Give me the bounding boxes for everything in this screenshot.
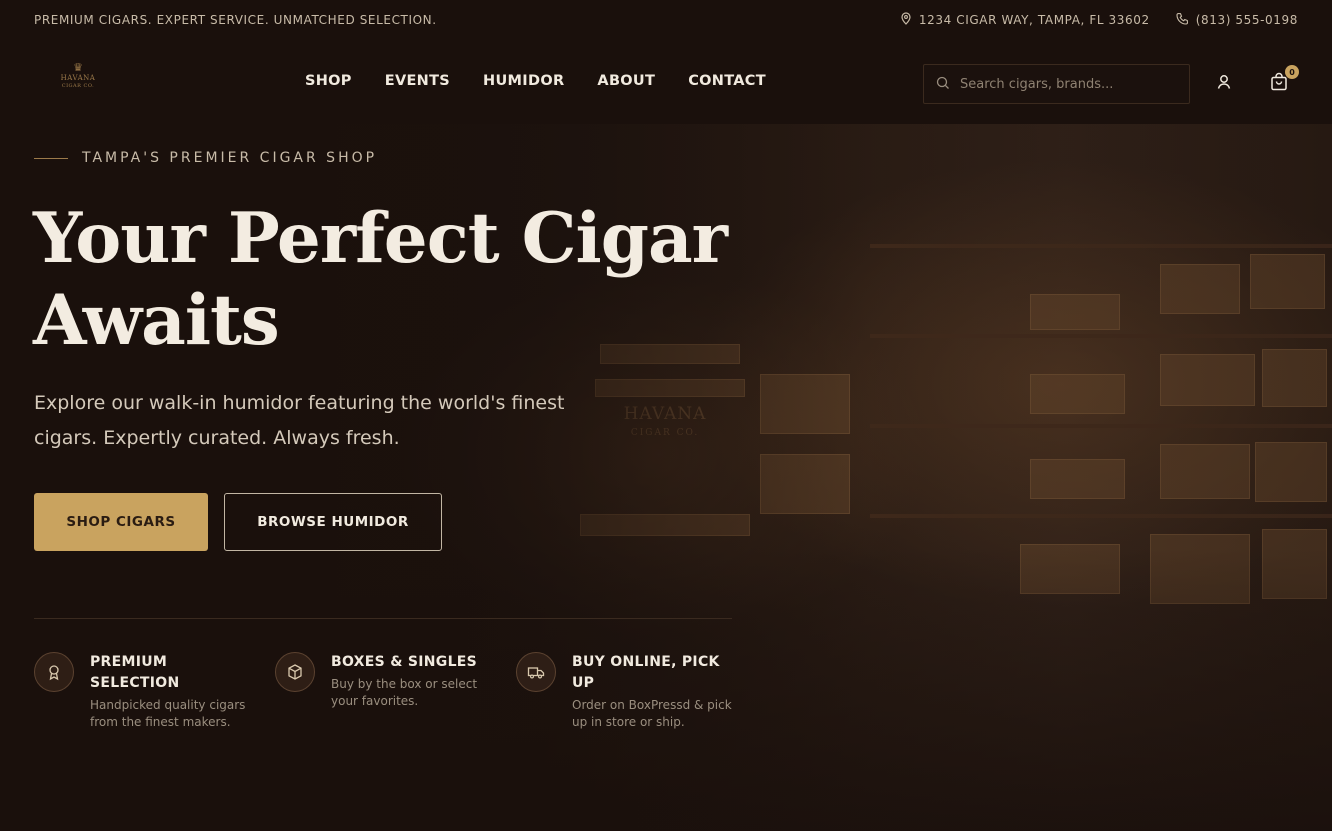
tagline: PREMIUM CIGARS. EXPERT SERVICE. UNMATCHE… [34,13,437,27]
hero-divider [34,618,732,619]
browse-humidor-button[interactable]: BROWSE HUMIDOR [224,493,442,551]
logo-name: HAVANA [60,74,96,82]
site-logo[interactable]: ♛ HAVANA CIGAR CO. [48,62,108,100]
eyebrow-text: TAMPA'S PREMIER CIGAR SHOP [82,150,378,166]
feature-description: Buy by the box or select your favorites. [331,677,478,708]
location-pin-icon [900,12,912,28]
shop-cigars-button[interactable]: SHOP CIGARS [34,493,208,551]
search-box [923,64,1190,104]
feature-title: BUY ONLINE, PICK UP [572,654,720,691]
search-icon [936,75,950,94]
nav-item-shop[interactable]: SHOP [305,73,352,89]
eyebrow-line [34,157,68,159]
main-navigation: ♛ HAVANA CIGAR CO. SHOP EVENTS HUMIDOR A… [0,40,1332,124]
nav-item-humidor[interactable]: HUMIDOR [483,73,564,89]
box-icon [275,652,315,692]
search-input[interactable] [960,76,1170,92]
feature-buy-online: BUY ONLINE, PICK UP Order on BoxPressd &… [516,652,732,731]
feature-description: Handpicked quality cigars from the fines… [90,698,246,729]
hero-headline: Your Perfect Cigar Awaits [33,198,753,362]
truck-icon [516,652,556,692]
headline-line-2: Awaits [33,280,280,361]
hero-subtext: Explore our walk-in humidor featuring th… [34,392,565,449]
nav-item-contact[interactable]: CONTACT [688,73,766,89]
headline-line-1: Your Perfect Cigar [33,198,728,279]
crown-icon: ♛ [73,61,83,74]
nav-menu: SHOP EVENTS HUMIDOR ABOUT CONTACT [305,73,766,89]
account-button[interactable] [1213,73,1235,95]
user-icon [1215,73,1233,95]
award-icon [34,652,74,692]
address-text: 1234 CIGAR WAY, TAMPA, FL 33602 [918,13,1150,27]
nav-item-about[interactable]: ABOUT [597,73,655,89]
logo-subtitle: CIGAR CO. [61,83,95,89]
feature-boxes-singles: BOXES & SINGLES Buy by the box or select… [275,652,491,710]
phone-icon [1176,12,1189,28]
nav-item-events[interactable]: EVENTS [385,73,450,89]
feature-description: Order on BoxPressd & pick up in store or… [572,698,732,729]
hero-eyebrow: TAMPA'S PREMIER CIGAR SHOP [34,150,377,166]
phone-text: (813) 555-0198 [1195,13,1298,27]
top-announcement-bar: PREMIUM CIGARS. EXPERT SERVICE. UNMATCHE… [0,0,1332,40]
store-address[interactable]: 1234 CIGAR WAY, TAMPA, FL 33602 [900,12,1150,28]
feature-title: PREMIUM SELECTION [90,654,180,691]
cart-count-badge: 0 [1285,65,1299,79]
feature-premium-selection: PREMIUM SELECTION Handpicked quality cig… [34,652,250,731]
store-sign: HAVANA CIGAR CO. [623,404,707,438]
store-phone[interactable]: (813) 555-0198 [1176,12,1298,28]
feature-title: BOXES & SINGLES [331,654,478,670]
